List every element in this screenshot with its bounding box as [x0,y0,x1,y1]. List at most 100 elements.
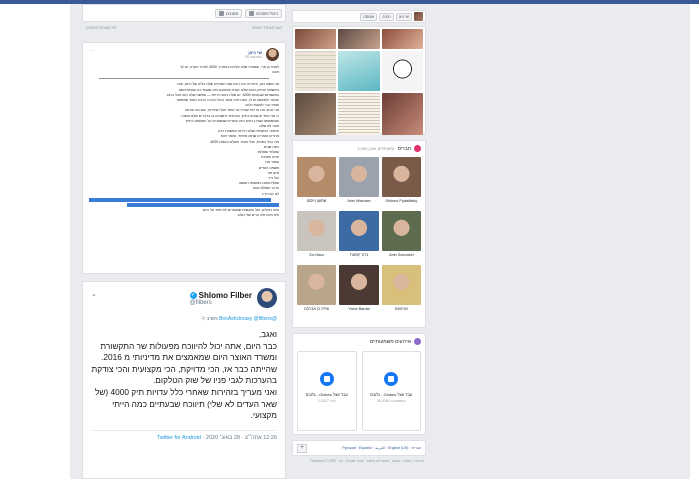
highlighted-text [127,202,279,207]
event-title: עבד אצל Globes - גלובס [370,392,413,397]
tweet-text-line: כבר היום, אתה יכול להיווכח מפעולות שר הת… [100,340,277,363]
manage-posts-label: ניהול פוסטים [256,10,278,16]
briefcase-icon [384,372,399,386]
friend-photo [381,265,421,305]
tweet-client[interactable]: Twitter for Android [157,435,201,441]
events-header: אירועים משמעותיים [297,338,421,345]
events-title[interactable]: אירועים משמעותיים [370,339,411,345]
tweet-time[interactable]: 12:26 אחה״צ · 28 באוג׳ 2020 · [203,435,277,441]
feed-meta: לא מוצגים פוסטים הצג תצוגת רשימה [82,22,286,33]
page: מסננים ניהול פוסטים לא מוצגים פוסטים הצג… [0,0,699,479]
friend-photo [339,211,379,251]
post-date[interactable]: 25 באוגוסט [245,55,262,59]
event-date: 26 בספטמבר 2016 [376,399,406,403]
tweet-footer: 12:26 אחה״צ · 28 באוג׳ 2020 · Twitter fo… [91,429,277,441]
tweet-author[interactable]: ✓ Shlomo Filber [189,290,252,300]
feed-meta-left[interactable]: לא מוצגים פוסטים [86,25,117,30]
friend-photo [339,157,379,197]
highlighted-text [89,197,272,202]
briefcase-icon [319,372,334,386]
friend-name: ברוך קסטרו [349,253,369,257]
event-card[interactable]: עבד אצל Globes - גלובס 1 ביוני 2017 [297,351,357,431]
filter-button[interactable]: מסננים [215,8,243,18]
friend-photo [297,157,337,197]
friend-card[interactable]: Ziv Maor [297,211,337,261]
chevron-down-icon[interactable]: ⌄ [91,290,97,298]
photos-grid [292,26,426,135]
friend-photo [381,157,421,197]
profile-thumbnail[interactable] [414,12,423,21]
events-icon [414,338,421,345]
post-line: מכם [272,70,279,75]
friends-header: חברים 5,000 (264 משותפים) [297,145,421,152]
tweet-handle[interactable]: @filbers [190,300,252,306]
friends-title[interactable]: חברים [397,146,411,152]
language-links[interactable]: עברית · English (US) · العربية · Pусский… [342,446,421,450]
reply-prefix: משיב ל- [200,316,218,322]
friend-name: Yaniv Bardal [348,307,370,311]
friend-card[interactable]: Ariel Schnabel [381,211,421,261]
photo-thumbnail[interactable] [381,93,423,135]
friends-icon [414,145,421,152]
post-options-icon[interactable]: ··· [89,48,95,54]
friend-name: Ariel Wismain [347,199,371,203]
friend-card[interactable]: ברוך קסטרו [339,211,379,261]
friend-card[interactable]: שירה בן אברהם [297,265,337,315]
friend-photo [381,211,421,251]
friend-name: Ariel Schnabel [389,253,414,257]
friend-card[interactable]: Ariel Wismain [339,157,379,207]
facebook-post: ··· שי ניצן 25 באוגוסט לאחר גן ארי, שמעת… [82,42,286,274]
friend-card[interactable]: אבינועם [381,265,421,315]
friends-section: חברים 5,000 (264 משותפים) Shlomo Pyalsti… [292,140,426,328]
tweet-avatar[interactable] [257,288,277,308]
friend-photo [339,265,379,305]
year-select[interactable]: 2020 [379,12,394,21]
tweet-text-line: ואני מעריך בזהירות שאחרי כלל עדויות תיק … [94,386,277,421]
event-card[interactable]: עבד אצל Globes - גלובס 26 בספטמבר 2016 [361,351,421,431]
profile-nav-bar: אוגוסט 2020 שי ניצן [292,10,426,23]
filter-label: מסננים [226,10,239,16]
friends-grid: Shlomo Pyalstitsky Ariel Wismain שמעון ו… [297,157,421,315]
event-title: עבד אצל Globes - גלובס [305,392,348,397]
friend-name: שמעון וייסמן [306,199,327,203]
gear-icon [249,10,255,16]
verified-icon: ✓ [189,291,197,299]
friend-card[interactable]: Shlomo Pyalstitsky [381,157,421,207]
photo-thumbnail[interactable] [295,51,337,91]
photo-thumbnail[interactable] [295,93,337,135]
tweet-text-line: ואגב, [258,329,277,339]
photo-thumbnail[interactable] [338,93,380,135]
manage-posts-button[interactable]: ניהול פוסטים [245,8,282,18]
post-divider [99,78,269,80]
add-language-button[interactable]: + [297,443,307,453]
tweet-author-name: Shlomo Filber [198,290,252,300]
month-select[interactable]: אוגוסט [360,12,378,21]
photo-thumbnail[interactable] [381,51,423,91]
author-avatar[interactable] [266,48,279,61]
friend-name: אבינועם [394,307,408,311]
reply-handles[interactable]: @BiroAshcknasy @filbers [219,316,277,322]
profile-select[interactable]: שי ניצן [395,12,412,21]
friend-card[interactable]: Yaniv Bardal [339,265,379,315]
friend-name: שירה בן אברהם [304,307,330,311]
photo-thumbnail[interactable] [295,29,337,49]
embedded-tweet: ⌄ ✓ Shlomo Filber @filbers @BiroAshcknas… [82,281,286,479]
tweet-text: ואגב, כבר היום, אתה יכול להיווכח מפעולות … [91,329,277,422]
page-footer: פרטיות · תנאים · פרסום · אפשרויות פרסום … [310,459,424,463]
feed-meta-right[interactable]: הצג תצוגת רשימה [252,25,282,30]
photo-thumbnail[interactable] [338,29,380,49]
post-body: לאחר גן ארי, שמעתי שלנו עליכם בתאריך 400… [89,65,279,218]
life-events-section: אירועים משמעותיים עבד אצל Globes - גלובס… [292,333,426,435]
tweet-header: ✓ Shlomo Filber @filbers [91,288,277,308]
post-line: ולא היום ולא הרים של כולם. [237,213,279,218]
friend-name: Ziv Maor [309,253,325,257]
friend-photo [297,211,337,251]
friend-card[interactable]: שמעון וייסמן [297,157,337,207]
feed-toolbar: מסננים ניהול פוסטים [82,4,286,22]
event-date: 1 ביוני 2017 [317,399,336,403]
photo-thumbnail[interactable] [338,51,380,91]
photo-thumbnail[interactable] [381,29,423,49]
post-line: לא יום הדין [262,191,279,196]
friend-photo [297,265,337,305]
events-grid: עבד אצל Globes - גלובס 26 בספטמבר 2016 ע… [297,351,421,431]
